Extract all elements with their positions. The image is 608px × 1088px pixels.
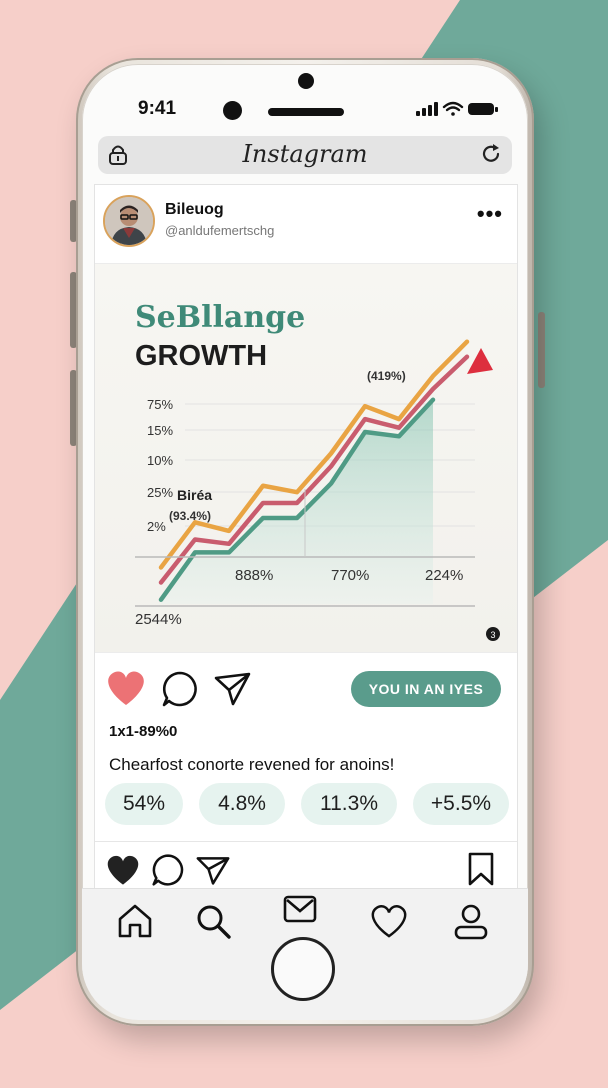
divider — [95, 841, 517, 842]
post-image-chart: SeBllange GROWTH 75% 15% 10% 25% 2% Biréa — [95, 263, 517, 653]
signal-icon — [416, 102, 438, 116]
status-time: 9:41 — [138, 98, 177, 119]
send-icon[interactable] — [213, 670, 253, 713]
growth-chart: 75% 15% 10% 25% 2% Biréa (93.4%) (419%) 888%… — [135, 339, 500, 641]
likes-count[interactable]: 1x1-89%0 — [109, 723, 177, 740]
annotation-peak: (419%) — [367, 369, 406, 383]
stat-chip[interactable]: 54% — [105, 783, 183, 825]
battery-icon — [468, 103, 498, 115]
search-icon[interactable] — [194, 903, 234, 946]
send-icon[interactable] — [195, 853, 231, 892]
phone-screen: 9:41 Instagram Bileuog @anldufemertschg … — [82, 64, 528, 1020]
post-handle: @anldufemertschg — [165, 223, 275, 238]
growth-arrow-head — [467, 348, 493, 374]
mail-icon[interactable] — [282, 893, 318, 930]
wifi-icon — [442, 101, 464, 116]
comment-icon[interactable] — [151, 853, 185, 892]
post-username[interactable]: Bileuog — [165, 201, 224, 219]
comment-icon[interactable] — [161, 670, 199, 713]
info-badge-icon: 3 — [486, 627, 500, 641]
more-options-icon[interactable]: ••• — [477, 201, 503, 227]
tab-bar — [82, 888, 528, 1020]
home-icon[interactable] — [116, 903, 154, 944]
x-tick-label-2: 770% — [331, 567, 369, 584]
annotation-left: (93.4%) — [169, 509, 211, 523]
x-tick-label-1: 888% — [235, 567, 273, 584]
y-tick-label: 15% — [147, 423, 173, 438]
browser-title: Instagram — [242, 140, 368, 168]
stat-chip[interactable]: 11.3% — [301, 783, 397, 825]
heart-icon[interactable] — [105, 853, 141, 892]
heart-icon[interactable] — [368, 903, 410, 944]
home-button[interactable] — [271, 937, 335, 1001]
power-button — [538, 312, 545, 388]
reload-icon[interactable] — [480, 143, 502, 170]
follow-button[interactable]: YOU IN AN IYES — [351, 671, 501, 707]
post-actions: YOU IN AN IYES — [95, 663, 517, 715]
y-tick-label: 10% — [147, 453, 173, 468]
proximity-sensor — [298, 73, 314, 89]
stats-chips: 54% 4.8% 11.3% +5.5% — [103, 783, 513, 827]
x-tick-label-3: 224% — [425, 567, 463, 584]
instagram-post: Bileuog @anldufemertschg ••• SeBllange G… — [94, 184, 518, 1006]
status-icons — [416, 100, 500, 123]
avatar[interactable] — [103, 195, 155, 247]
heart-icon[interactable] — [105, 669, 147, 712]
y-tick-label: 2% — [147, 519, 166, 534]
y-tick-label: 75% — [147, 397, 173, 412]
earpiece-speaker — [268, 108, 344, 116]
profile-icon[interactable] — [452, 903, 490, 946]
series-label: Biréa — [177, 487, 212, 503]
y-tick-label: 25% — [147, 485, 173, 500]
post-caption: Chearfost conorte revened for anoins! — [109, 755, 395, 774]
svg-text:3: 3 — [490, 630, 495, 640]
bookmark-icon[interactable] — [467, 851, 495, 892]
stat-chip[interactable]: 4.8% — [199, 783, 285, 825]
post-actions-secondary — [95, 845, 517, 889]
bottom-label: 2544% — [135, 611, 182, 628]
front-camera — [223, 101, 242, 120]
stat-chip[interactable]: +5.5% — [413, 783, 509, 825]
address-bar[interactable]: Instagram — [98, 136, 512, 174]
